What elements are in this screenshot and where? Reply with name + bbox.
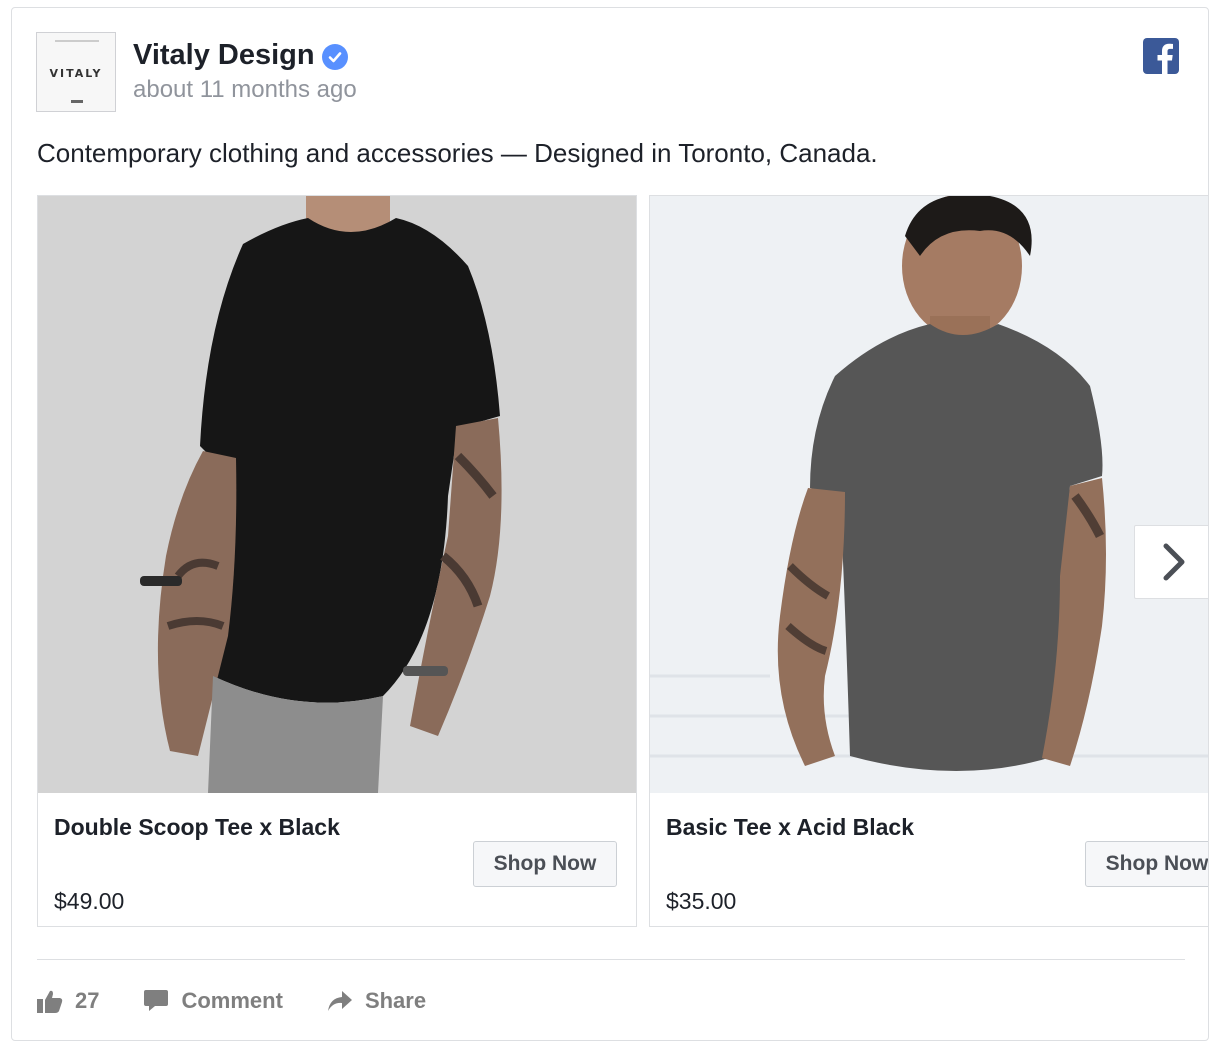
share-label: Share (364, 988, 427, 1013)
like-button[interactable]: 27 (37, 988, 99, 1014)
product-title[interactable]: Double Scoop Tee x Black (54, 814, 340, 841)
product-price: $35.00 (666, 888, 737, 914)
actions-divider (37, 959, 1185, 960)
facebook-icon[interactable] (1143, 38, 1179, 74)
post-message: Contemporary clothing and accessories — … (37, 138, 878, 168)
page-name-link[interactable]: Vitaly Design (133, 39, 315, 72)
post-card: VITALY Vitaly Design about 11 months ago… (11, 7, 1209, 1041)
carousel-next-button[interactable] (1134, 525, 1208, 599)
product-carousel: Double Scoop Tee x Black Shop Now $49.00 (37, 195, 1208, 927)
shop-now-button[interactable]: Shop Now (473, 841, 617, 887)
product-title[interactable]: Basic Tee x Acid Black (666, 814, 914, 841)
shop-now-button[interactable]: Shop Now (1085, 841, 1208, 887)
action-bar: 27 Comment Share (37, 983, 470, 1019)
product-price: $49.00 (54, 888, 125, 914)
avatar-logo: VITALY (49, 67, 103, 80)
carousel-item[interactable]: Double Scoop Tee x Black Shop Now $49.00 (37, 195, 637, 927)
page-avatar[interactable]: VITALY (36, 32, 116, 112)
share-button[interactable]: Share (327, 988, 426, 1014)
carousel-item[interactable]: Basic Tee x Acid Black Shop Now $35.00 (649, 195, 1208, 927)
post-timestamp[interactable]: about 11 months ago (133, 76, 357, 104)
chevron-right-icon (1163, 543, 1185, 581)
like-count: 27 (75, 988, 100, 1013)
product-image[interactable] (38, 196, 636, 793)
comment-button[interactable]: Comment (143, 988, 283, 1014)
product-image[interactable] (650, 196, 1208, 793)
verified-badge-icon (322, 44, 348, 70)
comment-icon (144, 990, 169, 1011)
share-arrow-icon (327, 991, 352, 1011)
thumbs-up-icon (37, 990, 63, 1013)
comment-label: Comment (181, 988, 283, 1013)
